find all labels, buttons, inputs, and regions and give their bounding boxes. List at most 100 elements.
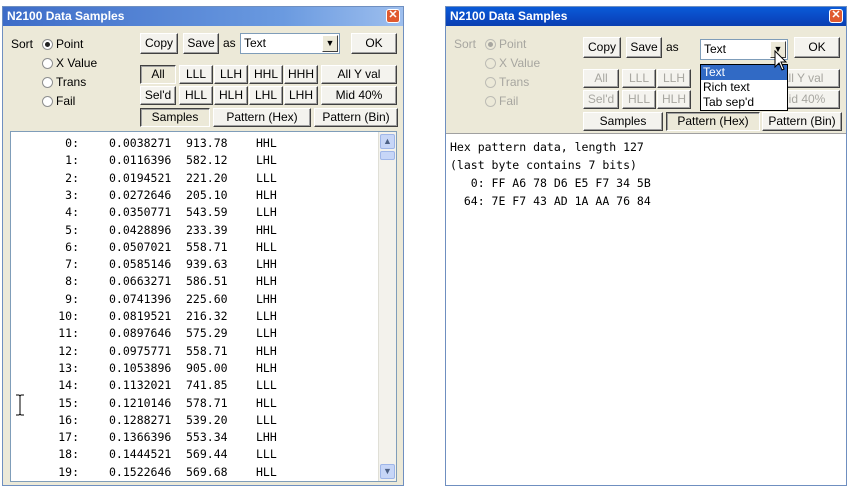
filter-hll-button[interactable]: HLL	[179, 86, 213, 105]
sample-x-value: 0.1366396	[109, 430, 172, 445]
filter-lll-button[interactable]: LLL	[622, 69, 656, 88]
sample-row[interactable]: 2: 0.0194521 221.20 LLL	[11, 171, 381, 189]
hex-line-note: (last byte contains 7 bits)	[450, 158, 637, 172]
radio-point[interactable]	[485, 39, 496, 50]
close-icon[interactable]: ✕	[386, 9, 400, 23]
copy-button[interactable]: Copy	[140, 33, 178, 54]
sample-pattern: LHL	[256, 153, 277, 168]
scroll-down-icon[interactable]: ▼	[380, 464, 395, 479]
sample-index: 17:	[58, 430, 79, 445]
sample-index: 14:	[58, 378, 79, 393]
sample-row[interactable]: 0: 0.0038271 913.78 HHL	[11, 136, 381, 154]
tab-pattern-bin[interactable]: Pattern (Bin)	[762, 112, 842, 131]
ok-button[interactable]: OK	[794, 37, 840, 58]
filter-all-button[interactable]: All	[140, 65, 176, 84]
sample-x-value: 0.0350771	[109, 205, 172, 220]
sample-pattern: LHH	[256, 257, 277, 272]
sample-x-value: 0.0116396	[109, 153, 172, 168]
sample-row[interactable]: 8: 0.0663271 586.51 HLH	[11, 274, 381, 292]
sample-row[interactable]: 3: 0.0272646 205.10 HLH	[11, 188, 381, 206]
filter-lll-button[interactable]: LLL	[179, 65, 213, 84]
samples-list[interactable]: 0: 0.0038271 913.78 HHL 1: 0.0116396 582.12 LHL…	[10, 131, 397, 482]
sample-y-value: 543.59	[186, 205, 228, 220]
radio-trans[interactable]	[42, 77, 53, 88]
filter-mid-40-button[interactable]: Mid 40%	[321, 86, 397, 105]
sample-x-value: 0.0663271	[109, 274, 172, 289]
radio-x-value-label: X Value	[56, 56, 98, 70]
scroll-thumb[interactable]	[380, 151, 395, 160]
sample-y-value: 569.44	[186, 447, 228, 462]
filter-hll-button[interactable]: HLL	[622, 90, 656, 109]
pointer-cursor-icon	[774, 50, 788, 71]
sample-row[interactable]: 15: 0.1210146 578.71 HLL	[11, 396, 381, 414]
filter-lhh-button[interactable]: LHH	[284, 86, 318, 105]
filter-all-y-val-button[interactable]: All Y val	[321, 65, 397, 84]
scroll-up-icon[interactable]: ▲	[380, 134, 395, 149]
filter-all-button[interactable]: All	[583, 69, 619, 88]
sample-index: 8:	[65, 274, 79, 289]
filter-hhh-button[interactable]: HHH	[284, 65, 318, 84]
sample-y-value: 905.00	[186, 360, 228, 375]
save-button[interactable]: Save	[183, 33, 219, 54]
radio-point[interactable]	[42, 39, 53, 50]
sample-row[interactable]: 16: 0.1288271 539.20 LLL	[11, 413, 381, 431]
radio-trans-label: Trans	[499, 75, 530, 89]
tab-samples[interactable]: Samples	[140, 108, 210, 127]
filter-lhl-button[interactable]: LHL	[249, 86, 283, 105]
radio-fail[interactable]	[42, 96, 53, 107]
hex-line-header: Hex pattern data, length 127	[450, 140, 644, 154]
sample-row[interactable]: 17: 0.1366396 553.34 LHH	[11, 430, 381, 448]
filter-hlh-button[interactable]: HLH	[657, 90, 691, 109]
title-bar[interactable]: N2100 Data Samples ✕	[3, 7, 403, 26]
radio-x-value[interactable]	[485, 58, 496, 69]
filter-llh-button[interactable]: LLH	[657, 69, 691, 88]
sample-pattern: LHH	[256, 291, 277, 306]
sample-row[interactable]: 14: 0.1132021 741.85 LLL	[11, 378, 381, 396]
radio-fail[interactable]	[485, 96, 496, 107]
dropdown-option-tab-sepd[interactable]: Tab sep'd	[701, 95, 787, 110]
sample-pattern: LLL	[256, 170, 277, 185]
tab-pattern-hex[interactable]: Pattern (Hex)	[213, 108, 311, 127]
sample-row[interactable]: 6: 0.0507021 558.71 HLL	[11, 240, 381, 258]
as-label: as	[223, 36, 236, 50]
vertical-scrollbar[interactable]: ▲ ▼	[378, 132, 396, 481]
dropdown-option-rich-text[interactable]: Rich text	[701, 80, 787, 95]
filter-selected-button[interactable]: Sel'd	[583, 90, 619, 109]
sample-row[interactable]: 18: 0.1444521 569.44 LLL	[11, 447, 381, 465]
sample-row[interactable]: 11: 0.0897646 575.29 LLH	[11, 326, 381, 344]
radio-point-label: Point	[56, 37, 84, 51]
sample-index: 5:	[65, 222, 79, 237]
sample-pattern: LLL	[256, 378, 277, 393]
hex-pattern-view[interactable]: Hex pattern data, length 127 (last byte …	[446, 133, 846, 485]
sample-row[interactable]: 19: 0.1522646 569.68 HLL	[11, 465, 381, 481]
filter-llh-button[interactable]: LLH	[214, 65, 248, 84]
title-bar[interactable]: N2100 Data Samples ✕	[446, 7, 846, 26]
radio-x-value[interactable]	[42, 58, 53, 69]
filter-hhl-button[interactable]: HHL	[249, 65, 283, 84]
filter-hlh-button[interactable]: HLH	[214, 86, 248, 105]
sample-row[interactable]: 7: 0.0585146 939.63 LHH	[11, 257, 381, 275]
radio-fail-label: Fail	[499, 94, 519, 108]
filter-selected-button[interactable]: Sel'd	[140, 86, 176, 105]
sample-y-value: 582.12	[186, 153, 228, 168]
sample-row[interactable]: 12: 0.0975771 558.71 HLH	[11, 344, 381, 362]
sample-row[interactable]: 13: 0.1053896 905.00 HLH	[11, 361, 381, 379]
sample-x-value: 0.0507021	[109, 239, 172, 254]
sample-row[interactable]: 10: 0.0819521 216.32 LLH	[11, 309, 381, 327]
save-button[interactable]: Save	[626, 37, 662, 58]
tab-pattern-bin[interactable]: Pattern (Bin)	[314, 108, 398, 127]
sample-y-value: 225.60	[186, 291, 228, 306]
sample-row[interactable]: 4: 0.0350771 543.59 LLH	[11, 205, 381, 223]
sample-row[interactable]: 5: 0.0428896 233.39 HHL	[11, 223, 381, 241]
copy-button[interactable]: Copy	[583, 37, 621, 58]
close-icon[interactable]: ✕	[829, 9, 843, 23]
radio-trans[interactable]	[485, 77, 496, 88]
tab-samples[interactable]: Samples	[583, 112, 663, 131]
ok-button[interactable]: OK	[351, 33, 397, 54]
sample-row[interactable]: 1: 0.0116396 582.12 LHL	[11, 153, 381, 171]
radio-fail-label: Fail	[56, 94, 76, 108]
sample-row[interactable]: 9: 0.0741396 225.60 LHH	[11, 292, 381, 310]
chevron-down-icon[interactable]: ▼	[322, 35, 338, 52]
format-select[interactable]: Text ▼	[240, 33, 340, 54]
tab-pattern-hex[interactable]: Pattern (Hex)	[666, 112, 760, 131]
